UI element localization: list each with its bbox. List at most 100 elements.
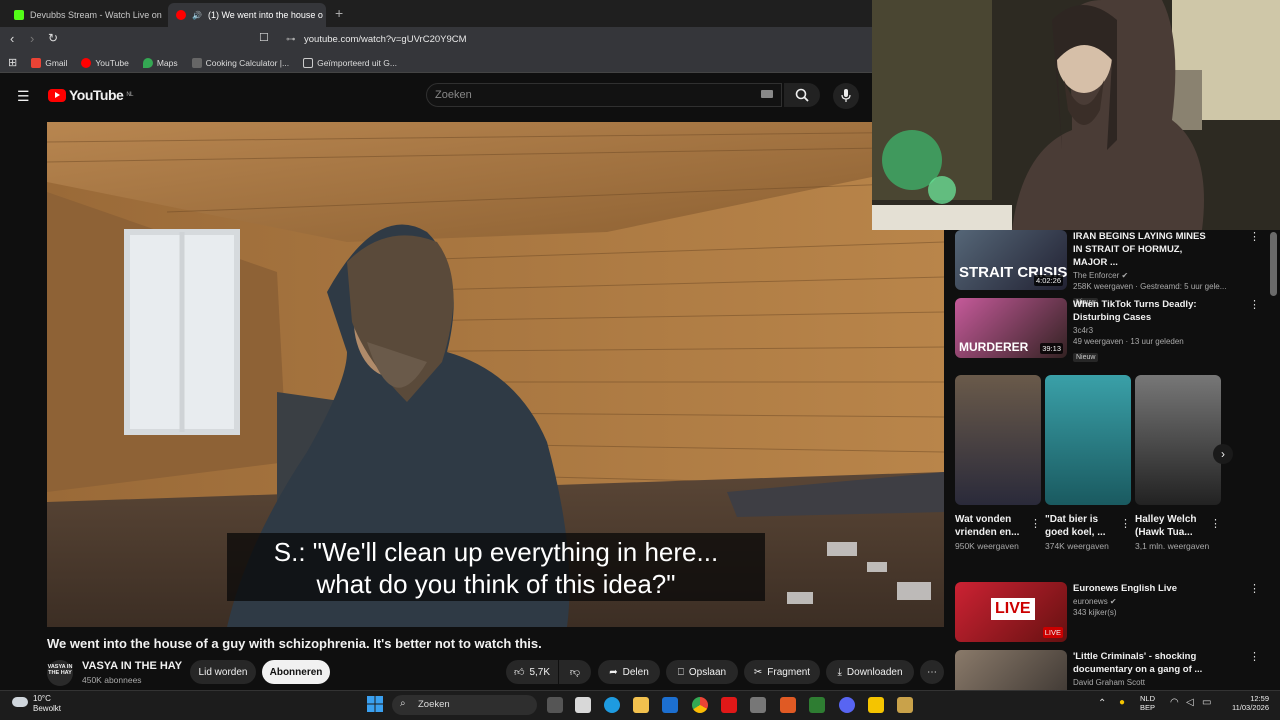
site-info-icon[interactable]: ⊶ (286, 31, 296, 49)
brave-icon[interactable] (780, 697, 796, 713)
download-button[interactable]: ⤓ Downloaden (826, 660, 914, 684)
search-icon: ⌕ (400, 698, 406, 709)
video-duration: 39:13 (1040, 343, 1063, 354)
short-thumbnail[interactable] (955, 375, 1041, 505)
app-icon[interactable] (897, 697, 913, 713)
search-button[interactable] (784, 83, 820, 107)
bookmark-icon[interactable]: ☐ (259, 31, 269, 44)
scrollbar-thumb[interactable] (1270, 232, 1277, 296)
edge-icon[interactable] (604, 697, 620, 713)
microphone-icon (841, 89, 851, 102)
address-bar[interactable]: ⊶ youtube.com/watch?v=gUVrC20Y9CM (282, 31, 842, 49)
norton-icon[interactable] (868, 697, 884, 713)
short-title[interactable]: Halley Welch (Hawk Tua... (1135, 513, 1207, 539)
more-vertical-icon[interactable]: ⋮ (1030, 517, 1041, 530)
recommendations-sidebar: STRAIT CRISIS 4:02:26 IRAN BEGINS LAYING… (945, 230, 1280, 690)
short-title[interactable]: Wat vonden vrienden en... (955, 513, 1027, 539)
youtube-app-icon[interactable] (721, 697, 737, 713)
video-title[interactable]: 'Little Criminals' - shocking documentar… (1073, 650, 1213, 676)
short-views: 374K weergaven (1045, 541, 1109, 551)
video-thumbnail[interactable]: MURDERER 39:13 (955, 298, 1067, 358)
voice-search-button[interactable] (833, 83, 859, 109)
short-item[interactable]: Wat vonden vrienden en... 950K weergaven… (955, 375, 1041, 552)
clock[interactable]: 12:59 11/03/2026 (1225, 694, 1269, 712)
clip-button[interactable]: ✂ Fragment (744, 660, 820, 684)
more-vertical-icon[interactable]: ⋮ (1210, 517, 1221, 530)
language-indicator[interactable]: NLD BEP (1140, 694, 1155, 712)
video-title[interactable]: IRAN BEGINS LAYING MINES IN STRAIT OF HO… (1073, 230, 1213, 269)
bookmark-cooking-calculator[interactable]: Cooking Calculator |... (191, 57, 289, 68)
video-title: We went into the house of a guy with sch… (47, 636, 542, 651)
short-thumbnail[interactable] (1135, 375, 1221, 505)
bookmark-youtube[interactable]: YouTube (81, 57, 129, 68)
discord-icon[interactable] (839, 697, 855, 713)
chevron-right-icon: › (1221, 447, 1225, 461)
bookmark-imported[interactable]: Geïmporteerd uit G... (303, 57, 397, 68)
keyboard-icon[interactable] (761, 90, 773, 98)
task-view-icon[interactable] (547, 697, 563, 713)
youtube-play-icon (48, 88, 66, 102)
share-button[interactable]: ➦ Delen (598, 660, 660, 684)
youtube-logo[interactable]: YouTube NL (48, 87, 133, 103)
join-button[interactable]: Lid worden (190, 660, 256, 684)
short-item[interactable]: Halley Welch (Hawk Tua... 3,1 mln. weerg… (1135, 375, 1221, 552)
back-icon[interactable]: ‹ (10, 31, 14, 46)
volume-icon[interactable]: ◁ (1186, 697, 1194, 708)
more-vertical-icon[interactable]: ⋮ (1249, 650, 1260, 663)
microphone-tray-icon[interactable]: ● (1119, 697, 1125, 708)
thumbs-up-icon: 👍︎ (513, 667, 525, 678)
more-vertical-icon[interactable]: ⋮ (1249, 298, 1260, 311)
reload-icon[interactable]: ↻ (48, 31, 58, 45)
chrome-icon[interactable] (692, 697, 708, 713)
video-title[interactable]: When TikTok Turns Deadly: Disturbing Cas… (1073, 298, 1213, 324)
bookmarks-bar: ⊞ Gmail YouTube Maps Cooking Calculator … (0, 53, 872, 73)
chevron-up-icon[interactable]: ⌃ (1098, 698, 1106, 709)
search-input[interactable]: Zoeken (426, 83, 782, 107)
video-thumbnail[interactable]: LIVE LIVE (955, 582, 1067, 642)
like-button[interactable]: 👍︎ 5,7K (506, 660, 558, 684)
outlook-icon[interactable] (662, 697, 678, 713)
tab-youtube-video[interactable]: 🔊 (1) We went into the house o ✕ (168, 3, 326, 27)
channel-avatar[interactable]: VASYA IN THE HAY (47, 660, 73, 686)
maps-icon (142, 57, 153, 68)
bookmark-maps[interactable]: Maps (142, 57, 178, 68)
channel-name: euronews ✔ (1073, 597, 1117, 606)
short-views: 3,1 mln. weergaven (1135, 541, 1210, 551)
search-icon (795, 88, 809, 102)
video-title[interactable]: Euronews English Live (1073, 582, 1213, 595)
taskbar-search-input[interactable]: ⌕ Zoeken (392, 695, 537, 715)
battery-icon[interactable]: ▭ (1202, 697, 1211, 708)
browser-tab-bar: Devubbs Stream - Watch Live on 🔊 (1) We … (0, 0, 872, 27)
webcam-image (872, 0, 1280, 230)
save-button[interactable]: ⎕ Opslaan (666, 660, 738, 684)
forward-icon[interactable]: › (30, 31, 34, 46)
wifi-icon[interactable]: ◠ (1170, 697, 1179, 708)
menu-icon[interactable]: ☰ (17, 88, 30, 105)
subscriber-count: 450K abonnees (82, 675, 142, 685)
excel-icon[interactable] (809, 697, 825, 713)
tab-devubbs-stream[interactable]: Devubbs Stream - Watch Live on (6, 3, 166, 27)
windows-start-icon[interactable] (367, 696, 383, 712)
file-explorer-icon[interactable] (633, 697, 649, 713)
bookmark-icon: ⎕ (677, 666, 684, 678)
tab-title: (1) We went into the house o (207, 10, 323, 20)
dislike-button[interactable]: 👎︎ (559, 660, 591, 684)
more-vertical-icon[interactable]: ⋮ (1249, 230, 1260, 243)
channel-name[interactable]: VASYA IN THE HAY (82, 660, 182, 672)
more-actions-button[interactable]: ⋯ (920, 660, 944, 684)
subscribe-button[interactable]: Abonneren (262, 660, 330, 684)
short-item[interactable]: "Dat bier is goed koel, ... 374K weergav… (1045, 375, 1131, 552)
bookmark-gmail[interactable]: Gmail (31, 57, 67, 68)
video-thumbnail[interactable] (955, 650, 1067, 690)
more-vertical-icon[interactable]: ⋮ (1249, 582, 1260, 595)
new-tab-button[interactable]: + (335, 5, 343, 21)
more-vertical-icon[interactable]: ⋮ (1120, 517, 1131, 530)
video-thumbnail[interactable]: STRAIT CRISIS 4:02:26 (955, 230, 1067, 290)
weather-widget[interactable]: 10°C Bewolkt (33, 694, 61, 714)
short-title[interactable]: "Dat bier is goed koel, ... (1045, 513, 1117, 539)
apps-grid-icon[interactable]: ⊞ (8, 56, 17, 69)
store-icon[interactable] (575, 697, 591, 713)
shorts-next-button[interactable]: › (1213, 444, 1233, 464)
short-thumbnail[interactable] (1045, 375, 1131, 505)
calculator-icon[interactable] (750, 697, 766, 713)
